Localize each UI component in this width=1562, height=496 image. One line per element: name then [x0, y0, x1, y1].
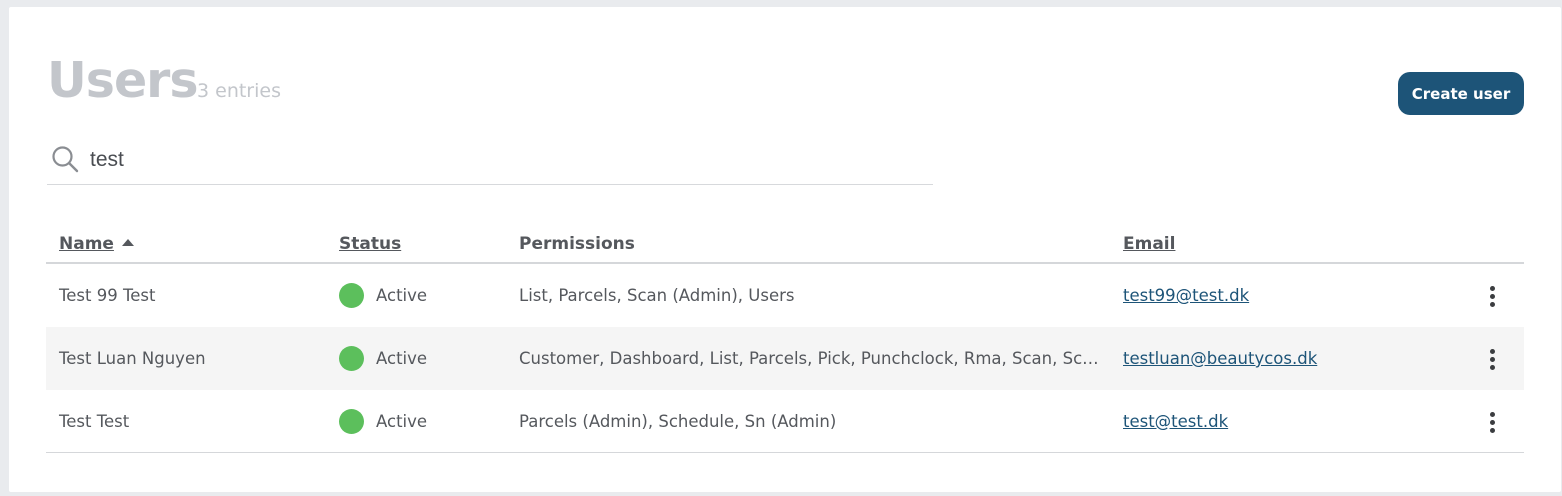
email-link[interactable]: test@test.dk [1123, 412, 1228, 431]
users-card: Users 3 entries Create user Name Status … [9, 7, 1561, 492]
create-user-button[interactable]: Create user [1398, 72, 1524, 115]
status-label: Active [376, 349, 428, 368]
column-header-email[interactable]: Email [1123, 234, 1175, 254]
status-active-indicator [339, 346, 364, 371]
permissions-cell: Parcels (Admin), Schedule, Sn (Admin) [519, 390, 836, 452]
more-options-icon[interactable] [1482, 408, 1502, 436]
email-link[interactable]: testluan@beautycos.dk [1123, 349, 1317, 368]
users-table: Name Status Permissions Email Test 99 Te… [46, 227, 1524, 453]
column-header-permissions: Permissions [519, 234, 635, 254]
email-cell: test99@test.dk [1123, 264, 1249, 327]
permissions-text: Customer, Dashboard, List, Parcels, Pick… [519, 349, 1103, 368]
permissions-text: List, Parcels, Scan (Admin), Users [519, 286, 795, 305]
table-row[interactable]: Test Test Active Parcels (Admin), Schedu… [46, 390, 1524, 453]
user-name: Test Luan Nguyen [59, 349, 206, 368]
status-cell: Active [339, 264, 427, 327]
email-cell: test@test.dk [1123, 390, 1228, 452]
column-header-status[interactable]: Status [339, 234, 401, 254]
status-cell: Active [339, 327, 427, 390]
user-name: Test Test [59, 411, 130, 431]
search-bar [47, 140, 933, 185]
search-icon [52, 146, 79, 173]
page-title: Users [47, 52, 199, 109]
status-active-indicator [339, 408, 364, 434]
email-cell: testluan@beautycos.dk [1123, 327, 1317, 390]
status-active-indicator [339, 283, 364, 308]
entries-count: 3 entries [197, 80, 281, 102]
table-row[interactable]: Test Luan Nguyen Active Customer, Dashbo… [46, 327, 1524, 390]
column-header-name[interactable]: Name [59, 234, 134, 254]
permissions-text: Parcels (Admin), Schedule, Sn (Admin) [519, 411, 837, 431]
more-options-icon[interactable] [1482, 345, 1502, 373]
column-header-name-label: Name [59, 234, 114, 254]
status-cell: Active [339, 390, 427, 452]
search-input[interactable] [90, 145, 910, 175]
user-name: Test 99 Test [59, 286, 156, 305]
table-row[interactable]: Test 99 Test Active List, Parcels, Scan … [46, 264, 1524, 327]
sort-ascending-icon [121, 239, 134, 246]
email-link[interactable]: test99@test.dk [1123, 286, 1249, 305]
table-header: Name Status Permissions Email [46, 227, 1524, 264]
more-options-icon[interactable] [1482, 282, 1502, 310]
status-label: Active [376, 411, 428, 431]
permissions-cell: Customer, Dashboard, List, Parcels, Pick… [519, 327, 1103, 390]
permissions-cell: List, Parcels, Scan (Admin), Users [519, 264, 794, 327]
status-label: Active [376, 286, 428, 305]
